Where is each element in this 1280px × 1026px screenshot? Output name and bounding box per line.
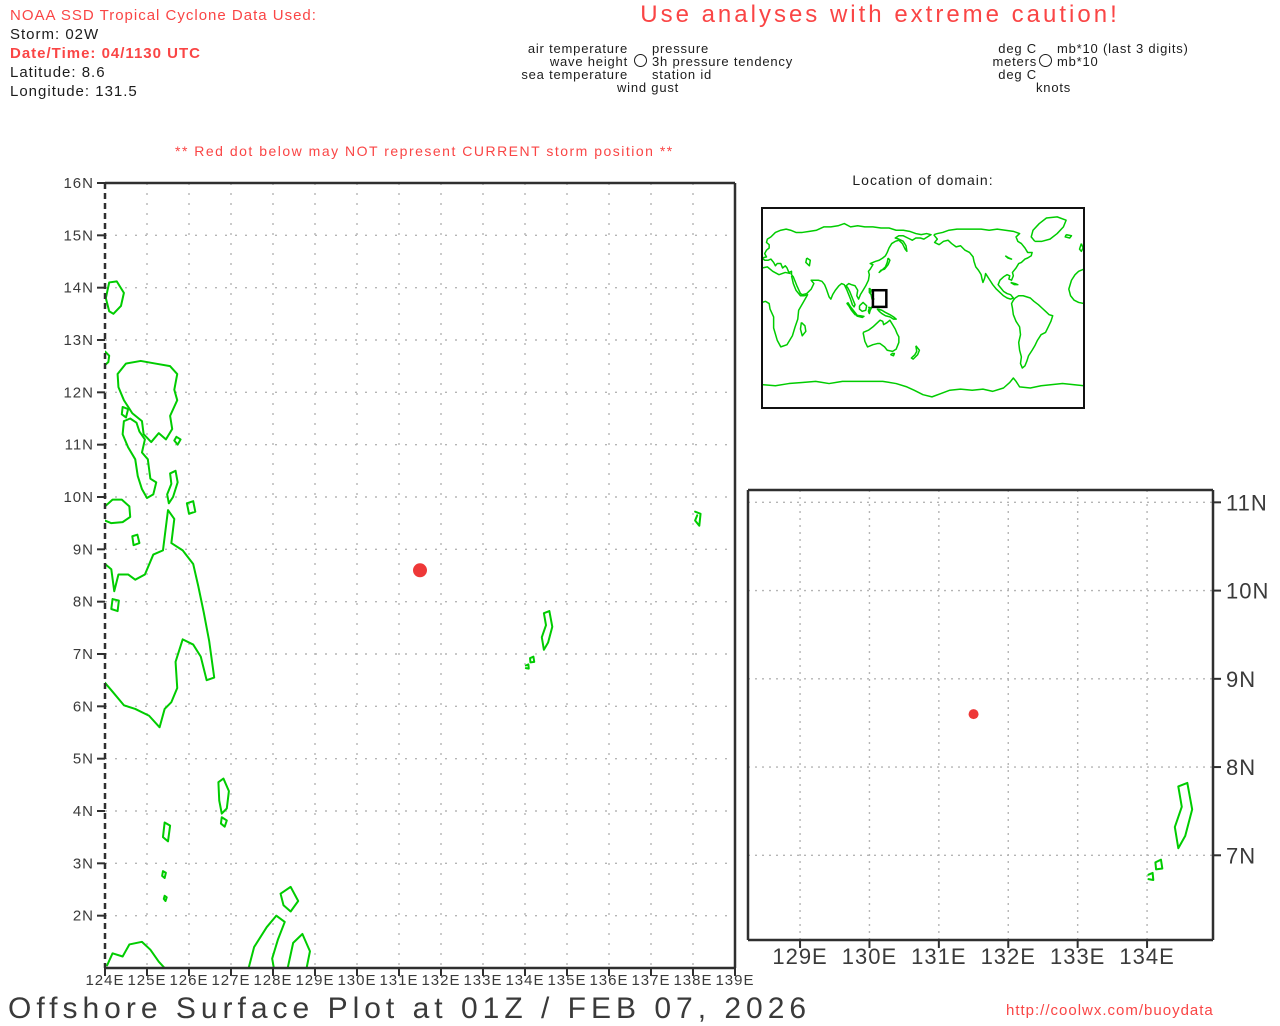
svg-text:133E: 133E <box>463 972 502 989</box>
svg-text:130E: 130E <box>337 972 376 989</box>
svg-text:128E: 128E <box>253 972 292 989</box>
svg-text:12N: 12N <box>63 384 94 401</box>
svg-text:3N: 3N <box>73 855 94 872</box>
svg-text:8N: 8N <box>1226 755 1256 780</box>
domain-box <box>873 290 886 307</box>
detail-map-coastlines <box>453 227 1280 1024</box>
detail-map-ticks <box>800 502 1221 948</box>
svg-text:10N: 10N <box>63 489 94 506</box>
svg-text:129E: 129E <box>772 944 827 969</box>
main-map-ticks <box>97 183 735 976</box>
svg-text:132E: 132E <box>981 944 1036 969</box>
source-url-link[interactable]: http://coolwx.com/buoydata <box>1006 1002 1214 1019</box>
svg-text:5N: 5N <box>73 751 94 768</box>
main-map-group: 124E125E126E127E128E129E130E131E132E133E… <box>63 175 754 989</box>
svg-text:7N: 7N <box>73 646 94 663</box>
svg-text:11N: 11N <box>65 437 94 454</box>
svg-text:2N: 2N <box>73 908 94 925</box>
svg-text:7N: 7N <box>1226 843 1256 868</box>
svg-text:135E: 135E <box>547 972 586 989</box>
plot-title: Offshore Surface Plot at 01Z / FEB 07, 2… <box>8 992 811 1026</box>
svg-text:11N: 11N <box>1226 490 1268 515</box>
svg-text:15N: 15N <box>63 227 94 244</box>
svg-text:9N: 9N <box>1226 667 1256 692</box>
svg-text:139E: 139E <box>715 972 754 989</box>
world-coastlines <box>762 217 1084 397</box>
detail-map-grid <box>748 490 1213 940</box>
svg-text:9N: 9N <box>73 541 94 558</box>
svg-text:13N: 13N <box>63 332 94 349</box>
svg-text:10N: 10N <box>1226 579 1269 604</box>
svg-text:138E: 138E <box>673 972 712 989</box>
svg-text:4N: 4N <box>73 803 94 820</box>
svg-text:131E: 131E <box>379 972 418 989</box>
main-map-storm-dot <box>413 563 427 577</box>
svg-text:134E: 134E <box>505 972 544 989</box>
detail-map-storm-dot <box>969 709 979 719</box>
svg-text:132E: 132E <box>421 972 460 989</box>
svg-text:130E: 130E <box>842 944 897 969</box>
svg-text:136E: 136E <box>589 972 628 989</box>
svg-text:124E: 124E <box>85 972 124 989</box>
svg-text:6N: 6N <box>73 698 94 715</box>
world-inset-group <box>762 208 1084 408</box>
detail-map-group: 129E130E131E132E133E134E11N10N9N8N7N <box>453 227 1280 1024</box>
detail-map-labels: 129E 130E 131E 132E 133E 134E 11N 10N 9N 8N 7N <box>772 490 1269 969</box>
maps-canvas: 124E125E126E127E128E129E130E131E132E133E… <box>0 0 1280 1024</box>
svg-text:127E: 127E <box>211 972 250 989</box>
svg-text:125E: 125E <box>127 972 166 989</box>
svg-text:133E: 133E <box>1050 944 1105 969</box>
world-border <box>762 208 1084 408</box>
main-map-labels: 124E125E126E127E128E129E130E131E132E133E… <box>63 175 754 989</box>
svg-text:126E: 126E <box>169 972 208 989</box>
svg-text:134E: 134E <box>1119 944 1174 969</box>
svg-text:137E: 137E <box>631 972 670 989</box>
svg-text:16N: 16N <box>63 175 94 192</box>
svg-text:8N: 8N <box>73 594 94 611</box>
svg-text:131E: 131E <box>911 944 966 969</box>
main-map-coastlines <box>105 281 701 968</box>
svg-text:14N: 14N <box>63 280 94 297</box>
svg-text:129E: 129E <box>295 972 334 989</box>
